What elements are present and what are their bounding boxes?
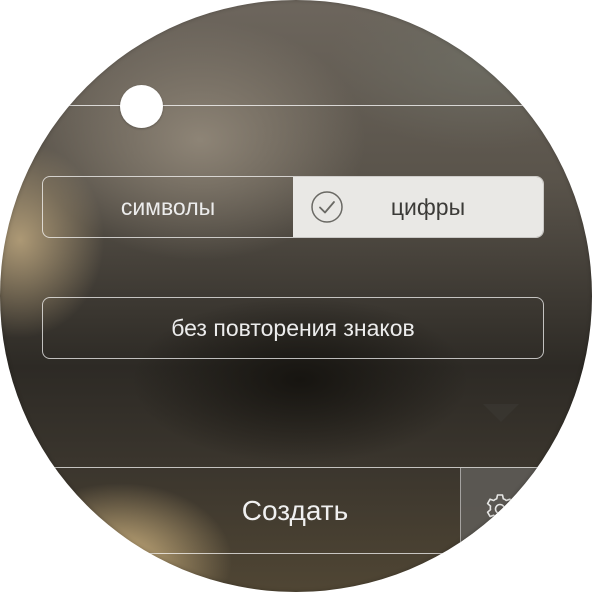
length-slider-track[interactable] xyxy=(0,105,592,106)
action-bar-bottom-divider xyxy=(0,553,592,554)
check-circle-icon xyxy=(311,191,343,223)
app-viewport: символы цифры без повторения знаков Созд… xyxy=(0,0,592,592)
create-button-label: Создать xyxy=(241,494,349,526)
no-repeat-toggle-button[interactable]: без повторения знаков xyxy=(42,297,544,359)
segment-symbols-label: символы xyxy=(120,193,216,220)
popover-pointer xyxy=(483,404,519,422)
length-slider-thumb[interactable] xyxy=(120,85,163,128)
gear-icon xyxy=(486,494,514,522)
settings-button[interactable] xyxy=(460,468,592,553)
charset-segmented-control: символы цифры xyxy=(42,176,544,238)
segment-digits[interactable]: цифры xyxy=(293,177,543,237)
segment-symbols[interactable]: символы xyxy=(43,177,293,237)
create-button[interactable]: Создать xyxy=(0,468,460,553)
segment-digits-label: цифры xyxy=(390,193,466,220)
no-repeat-label: без повторения знаков xyxy=(171,314,415,341)
